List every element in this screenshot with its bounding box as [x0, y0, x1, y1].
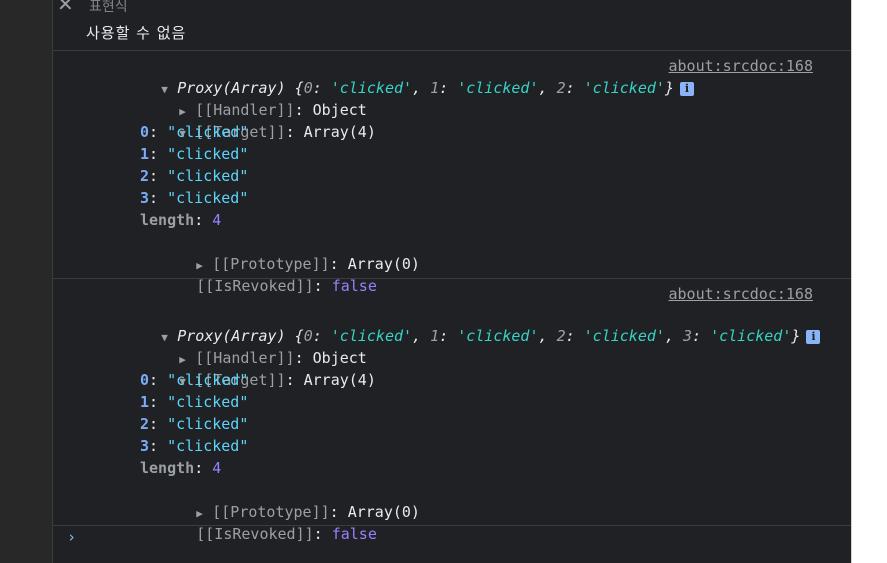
object-summary[interactable]: ▼ Proxy(Array) {0: 'clicked', 1: 'clicked… — [89, 303, 821, 345]
handler-row[interactable]: ▶ [[Handler]]: Object — [107, 77, 367, 119]
summary-value: 'clicked' — [457, 79, 539, 97]
info-icon[interactable]: i — [806, 330, 821, 344]
isrevoked-key: [[IsRevoked]] — [196, 525, 314, 543]
entry-key: 1 — [140, 393, 150, 411]
array-entry: 3: "clicked" — [140, 189, 249, 207]
handler-row[interactable]: ▶ [[Handler]]: Object — [107, 325, 367, 367]
isrevoked-row: [[IsRevoked]]: false — [196, 525, 377, 543]
summary-key: 1 — [430, 327, 440, 345]
watch-expression-value: 사용할 수 없음 — [86, 24, 187, 42]
summary-key: 2 — [556, 327, 566, 345]
target-row[interactable]: ▼ [[Target]]: Array(4) — [107, 99, 376, 141]
console-prompt-chevron-icon[interactable]: › — [67, 528, 76, 546]
length-row: length: 4 — [140, 459, 222, 477]
watch-expression-title: 표현식 — [89, 0, 128, 15]
entry-value: "clicked" — [167, 415, 249, 433]
entry-key: 1 — [140, 145, 150, 163]
console-message: about:srcdoc:168 ▼ Proxy(Array) {0: 'clic… — [53, 51, 851, 295]
isrevoked-row: [[IsRevoked]]: false — [196, 277, 377, 295]
entry-value: "clicked" — [167, 167, 249, 185]
entry-value: "clicked" — [167, 123, 249, 141]
target-value: Array(4) — [303, 123, 376, 141]
summary-key: 2 — [556, 79, 566, 97]
source-link[interactable]: about:srcdoc:168 — [669, 283, 814, 305]
console-message: about:srcdoc:168 ▼ Proxy(Array) {0: 'clic… — [53, 279, 851, 543]
array-entry: 1: "clicked" — [140, 145, 249, 163]
length-key: length — [140, 459, 195, 477]
entry-value: "clicked" — [167, 189, 249, 207]
close-icon[interactable]: ✕ — [57, 0, 77, 14]
entry-value: "clicked" — [167, 393, 249, 411]
entry-key: 0 — [140, 123, 150, 141]
entry-key: 0 — [140, 371, 150, 389]
entry-key: 3 — [140, 189, 150, 207]
array-entry: 0: "clicked" — [140, 123, 249, 141]
entry-value: "clicked" — [167, 145, 249, 163]
target-value: Array(4) — [303, 371, 376, 389]
entry-value: "clicked" — [167, 437, 249, 455]
entry-key: 2 — [140, 415, 150, 433]
isrevoked-value: false — [331, 525, 377, 543]
length-value: 4 — [212, 459, 222, 477]
watch-expression: ✕ 표현식 사용할 수 없음 — [53, 0, 851, 51]
array-entry: 2: "clicked" — [140, 415, 249, 433]
summary-value: 'clicked' — [583, 327, 665, 345]
array-entry: 3: "clicked" — [140, 437, 249, 455]
prototype-row[interactable]: ▶ [[Prototype]]: Array(0) — [124, 479, 420, 521]
right-blank-pane — [851, 0, 887, 563]
left-gutter — [0, 0, 53, 563]
array-entry: 2: "clicked" — [140, 167, 249, 185]
summary-key: 1 — [430, 79, 440, 97]
entry-key: 3 — [140, 437, 150, 455]
summary-value: 'clicked' — [710, 327, 792, 345]
array-entry: 0: "clicked" — [140, 371, 249, 389]
target-row[interactable]: ▼ [[Target]]: Array(4) — [107, 347, 376, 389]
array-entry: 1: "clicked" — [140, 393, 249, 411]
entry-key: 2 — [140, 167, 150, 185]
entry-value: "clicked" — [167, 371, 249, 389]
length-value: 4 — [212, 211, 222, 229]
info-icon[interactable]: i — [679, 82, 694, 96]
prototype-row[interactable]: ▶ [[Prototype]]: Array(0) — [124, 231, 420, 273]
object-summary[interactable]: ▼ Proxy(Array) {0: 'clicked', 1: 'clicked… — [89, 55, 694, 97]
summary-key: 3 — [683, 327, 693, 345]
length-key: length — [140, 211, 195, 229]
console-panel: ✕ 표현식 사용할 수 없음 about:srcdoc:168 ▼ Proxy(A… — [53, 0, 851, 563]
devtools-console-root: ✕ 표현식 사용할 수 없음 about:srcdoc:168 ▼ Proxy(A… — [0, 0, 887, 563]
summary-value: 'clicked' — [457, 327, 539, 345]
length-row: length: 4 — [140, 211, 222, 229]
summary-value: 'clicked' — [583, 79, 665, 97]
